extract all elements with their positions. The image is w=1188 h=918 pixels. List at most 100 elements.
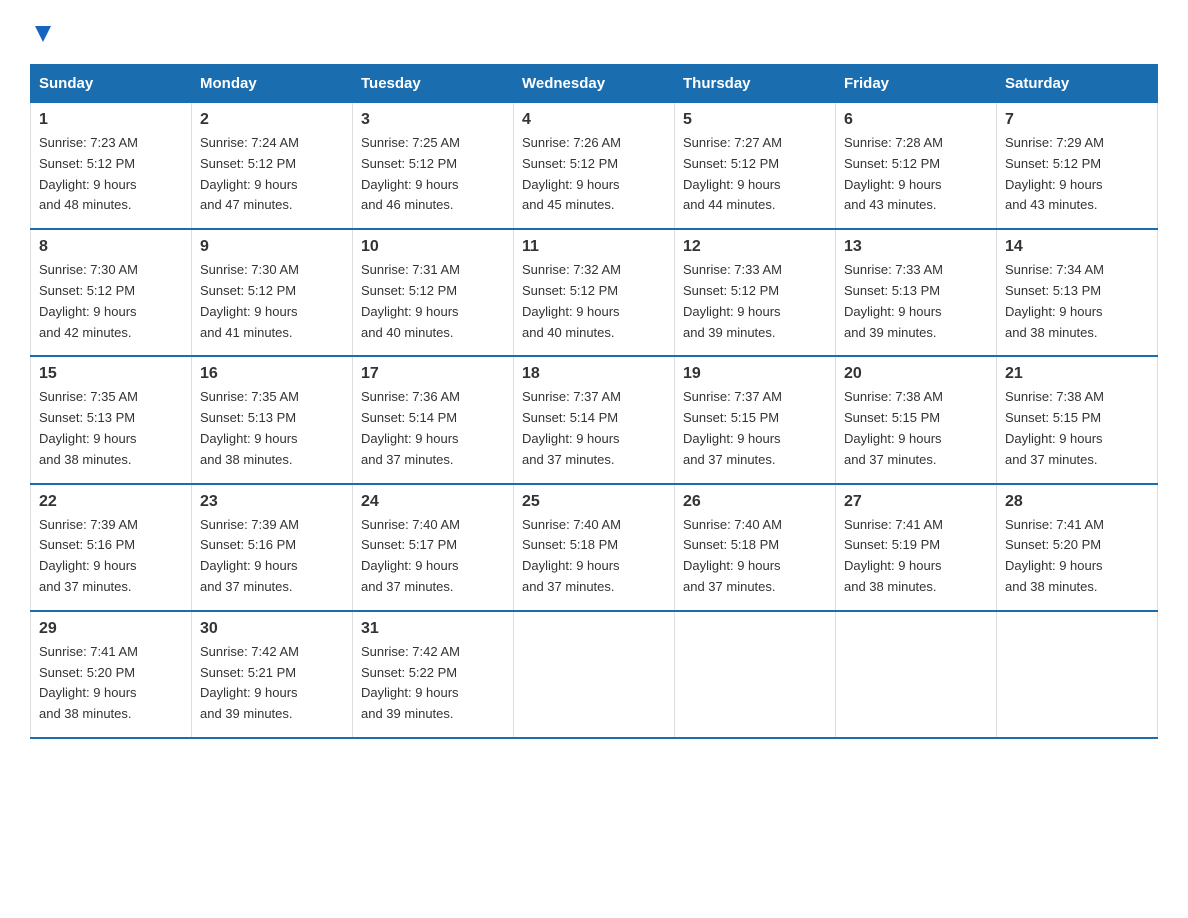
calendar-cell: 31 Sunrise: 7:42 AMSunset: 5:22 PMDaylig… xyxy=(353,611,514,738)
day-info: Sunrise: 7:28 AMSunset: 5:12 PMDaylight:… xyxy=(844,133,988,216)
day-number: 10 xyxy=(361,238,505,256)
day-number: 26 xyxy=(683,493,827,511)
calendar-cell: 28 Sunrise: 7:41 AMSunset: 5:20 PMDaylig… xyxy=(997,484,1158,611)
calendar-cell xyxy=(675,611,836,738)
calendar-cell: 9 Sunrise: 7:30 AMSunset: 5:12 PMDayligh… xyxy=(192,229,353,356)
calendar-cell: 29 Sunrise: 7:41 AMSunset: 5:20 PMDaylig… xyxy=(31,611,192,738)
calendar-cell: 4 Sunrise: 7:26 AMSunset: 5:12 PMDayligh… xyxy=(514,103,675,230)
day-info: Sunrise: 7:35 AMSunset: 5:13 PMDaylight:… xyxy=(200,387,344,470)
day-number: 9 xyxy=(200,238,344,256)
day-info: Sunrise: 7:24 AMSunset: 5:12 PMDaylight:… xyxy=(200,133,344,216)
day-number: 16 xyxy=(200,365,344,383)
calendar-cell: 30 Sunrise: 7:42 AMSunset: 5:21 PMDaylig… xyxy=(192,611,353,738)
calendar-cell: 16 Sunrise: 7:35 AMSunset: 5:13 PMDaylig… xyxy=(192,356,353,483)
day-info: Sunrise: 7:42 AMSunset: 5:21 PMDaylight:… xyxy=(200,642,344,725)
day-info: Sunrise: 7:37 AMSunset: 5:14 PMDaylight:… xyxy=(522,387,666,470)
header-sunday: Sunday xyxy=(31,65,192,103)
day-number: 18 xyxy=(522,365,666,383)
calendar-week-row: 15 Sunrise: 7:35 AMSunset: 5:13 PMDaylig… xyxy=(31,356,1158,483)
day-number: 29 xyxy=(39,620,183,638)
day-info: Sunrise: 7:23 AMSunset: 5:12 PMDaylight:… xyxy=(39,133,183,216)
day-number: 8 xyxy=(39,238,183,256)
header-friday: Friday xyxy=(836,65,997,103)
calendar-cell: 3 Sunrise: 7:25 AMSunset: 5:12 PMDayligh… xyxy=(353,103,514,230)
header-saturday: Saturday xyxy=(997,65,1158,103)
day-number: 11 xyxy=(522,238,666,256)
logo xyxy=(30,20,54,44)
day-number: 20 xyxy=(844,365,988,383)
calendar-cell: 27 Sunrise: 7:41 AMSunset: 5:19 PMDaylig… xyxy=(836,484,997,611)
calendar-cell: 24 Sunrise: 7:40 AMSunset: 5:17 PMDaylig… xyxy=(353,484,514,611)
day-info: Sunrise: 7:39 AMSunset: 5:16 PMDaylight:… xyxy=(39,515,183,598)
calendar-cell xyxy=(997,611,1158,738)
calendar-table: SundayMondayTuesdayWednesdayThursdayFrid… xyxy=(30,64,1158,739)
page-header xyxy=(30,20,1158,44)
day-number: 27 xyxy=(844,493,988,511)
calendar-week-row: 29 Sunrise: 7:41 AMSunset: 5:20 PMDaylig… xyxy=(31,611,1158,738)
day-info: Sunrise: 7:34 AMSunset: 5:13 PMDaylight:… xyxy=(1005,260,1149,343)
day-number: 25 xyxy=(522,493,666,511)
day-number: 2 xyxy=(200,111,344,129)
calendar-cell: 10 Sunrise: 7:31 AMSunset: 5:12 PMDaylig… xyxy=(353,229,514,356)
day-info: Sunrise: 7:33 AMSunset: 5:12 PMDaylight:… xyxy=(683,260,827,343)
day-info: Sunrise: 7:40 AMSunset: 5:17 PMDaylight:… xyxy=(361,515,505,598)
day-info: Sunrise: 7:41 AMSunset: 5:19 PMDaylight:… xyxy=(844,515,988,598)
day-number: 31 xyxy=(361,620,505,638)
calendar-cell: 20 Sunrise: 7:38 AMSunset: 5:15 PMDaylig… xyxy=(836,356,997,483)
day-info: Sunrise: 7:27 AMSunset: 5:12 PMDaylight:… xyxy=(683,133,827,216)
day-number: 14 xyxy=(1005,238,1149,256)
calendar-cell: 11 Sunrise: 7:32 AMSunset: 5:12 PMDaylig… xyxy=(514,229,675,356)
day-number: 5 xyxy=(683,111,827,129)
calendar-cell: 5 Sunrise: 7:27 AMSunset: 5:12 PMDayligh… xyxy=(675,103,836,230)
day-number: 3 xyxy=(361,111,505,129)
calendar-cell: 23 Sunrise: 7:39 AMSunset: 5:16 PMDaylig… xyxy=(192,484,353,611)
calendar-cell: 12 Sunrise: 7:33 AMSunset: 5:12 PMDaylig… xyxy=(675,229,836,356)
day-info: Sunrise: 7:30 AMSunset: 5:12 PMDaylight:… xyxy=(200,260,344,343)
calendar-cell: 18 Sunrise: 7:37 AMSunset: 5:14 PMDaylig… xyxy=(514,356,675,483)
header-thursday: Thursday xyxy=(675,65,836,103)
calendar-header-row: SundayMondayTuesdayWednesdayThursdayFrid… xyxy=(31,65,1158,103)
calendar-cell: 1 Sunrise: 7:23 AMSunset: 5:12 PMDayligh… xyxy=(31,103,192,230)
day-number: 4 xyxy=(522,111,666,129)
day-info: Sunrise: 7:38 AMSunset: 5:15 PMDaylight:… xyxy=(1005,387,1149,470)
calendar-week-row: 22 Sunrise: 7:39 AMSunset: 5:16 PMDaylig… xyxy=(31,484,1158,611)
day-info: Sunrise: 7:37 AMSunset: 5:15 PMDaylight:… xyxy=(683,387,827,470)
header-tuesday: Tuesday xyxy=(353,65,514,103)
calendar-cell: 15 Sunrise: 7:35 AMSunset: 5:13 PMDaylig… xyxy=(31,356,192,483)
day-number: 6 xyxy=(844,111,988,129)
day-info: Sunrise: 7:40 AMSunset: 5:18 PMDaylight:… xyxy=(683,515,827,598)
calendar-cell: 21 Sunrise: 7:38 AMSunset: 5:15 PMDaylig… xyxy=(997,356,1158,483)
day-number: 1 xyxy=(39,111,183,129)
day-number: 22 xyxy=(39,493,183,511)
day-number: 23 xyxy=(200,493,344,511)
day-info: Sunrise: 7:38 AMSunset: 5:15 PMDaylight:… xyxy=(844,387,988,470)
day-info: Sunrise: 7:25 AMSunset: 5:12 PMDaylight:… xyxy=(361,133,505,216)
calendar-cell xyxy=(514,611,675,738)
day-number: 21 xyxy=(1005,365,1149,383)
day-number: 28 xyxy=(1005,493,1149,511)
calendar-cell: 19 Sunrise: 7:37 AMSunset: 5:15 PMDaylig… xyxy=(675,356,836,483)
day-info: Sunrise: 7:33 AMSunset: 5:13 PMDaylight:… xyxy=(844,260,988,343)
calendar-week-row: 1 Sunrise: 7:23 AMSunset: 5:12 PMDayligh… xyxy=(31,103,1158,230)
calendar-cell: 13 Sunrise: 7:33 AMSunset: 5:13 PMDaylig… xyxy=(836,229,997,356)
day-info: Sunrise: 7:41 AMSunset: 5:20 PMDaylight:… xyxy=(1005,515,1149,598)
header-monday: Monday xyxy=(192,65,353,103)
calendar-cell: 25 Sunrise: 7:40 AMSunset: 5:18 PMDaylig… xyxy=(514,484,675,611)
day-number: 24 xyxy=(361,493,505,511)
calendar-cell: 17 Sunrise: 7:36 AMSunset: 5:14 PMDaylig… xyxy=(353,356,514,483)
calendar-cell: 8 Sunrise: 7:30 AMSunset: 5:12 PMDayligh… xyxy=(31,229,192,356)
calendar-week-row: 8 Sunrise: 7:30 AMSunset: 5:12 PMDayligh… xyxy=(31,229,1158,356)
day-info: Sunrise: 7:36 AMSunset: 5:14 PMDaylight:… xyxy=(361,387,505,470)
day-info: Sunrise: 7:40 AMSunset: 5:18 PMDaylight:… xyxy=(522,515,666,598)
day-number: 12 xyxy=(683,238,827,256)
day-info: Sunrise: 7:31 AMSunset: 5:12 PMDaylight:… xyxy=(361,260,505,343)
logo-triangle-icon xyxy=(32,22,54,44)
header-wednesday: Wednesday xyxy=(514,65,675,103)
calendar-cell: 7 Sunrise: 7:29 AMSunset: 5:12 PMDayligh… xyxy=(997,103,1158,230)
calendar-cell: 26 Sunrise: 7:40 AMSunset: 5:18 PMDaylig… xyxy=(675,484,836,611)
day-number: 17 xyxy=(361,365,505,383)
day-number: 7 xyxy=(1005,111,1149,129)
day-info: Sunrise: 7:39 AMSunset: 5:16 PMDaylight:… xyxy=(200,515,344,598)
day-number: 30 xyxy=(200,620,344,638)
day-info: Sunrise: 7:30 AMSunset: 5:12 PMDaylight:… xyxy=(39,260,183,343)
